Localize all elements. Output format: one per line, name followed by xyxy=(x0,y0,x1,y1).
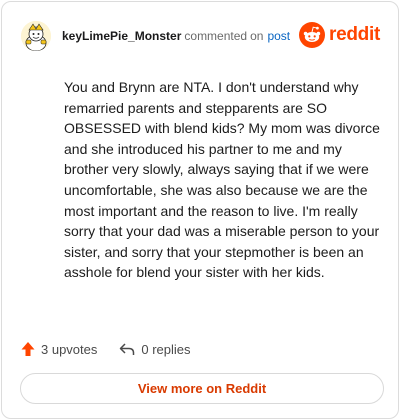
commented-label: commented xyxy=(184,29,248,43)
user-avatar[interactable] xyxy=(21,21,51,51)
on-label: on xyxy=(250,29,264,43)
reddit-logo[interactable]: reddit xyxy=(299,22,380,48)
reply-label: 0 replies xyxy=(141,341,191,357)
comment-body: You and Brynn are NTA. I don't understan… xyxy=(64,79,380,281)
reply-count[interactable]: 0 replies xyxy=(119,341,191,357)
comment-meta: keyLimePie_Monster commented on post xyxy=(62,29,290,43)
avatar-icon xyxy=(21,21,51,51)
upvote-count[interactable]: 3 upvotes xyxy=(21,341,97,357)
reddit-snoo-icon xyxy=(299,22,326,48)
upvote-arrow-icon xyxy=(21,342,35,356)
reply-arrow-icon xyxy=(120,343,135,355)
comment-header: keyLimePie_Monster commented on post reddit xyxy=(21,19,380,53)
comment-stats: 3 upvotes 0 replies xyxy=(21,339,191,359)
username[interactable]: keyLimePie_Monster xyxy=(62,29,181,43)
reddit-wordmark: reddit xyxy=(329,24,380,45)
post-link[interactable]: post xyxy=(267,29,290,43)
reddit-comment-embed: keyLimePie_Monster commented on post reddit… xyxy=(1,1,399,419)
upvote-label: 3 upvotes xyxy=(41,341,98,357)
view-more-button[interactable]: View more on Reddit xyxy=(20,373,384,404)
